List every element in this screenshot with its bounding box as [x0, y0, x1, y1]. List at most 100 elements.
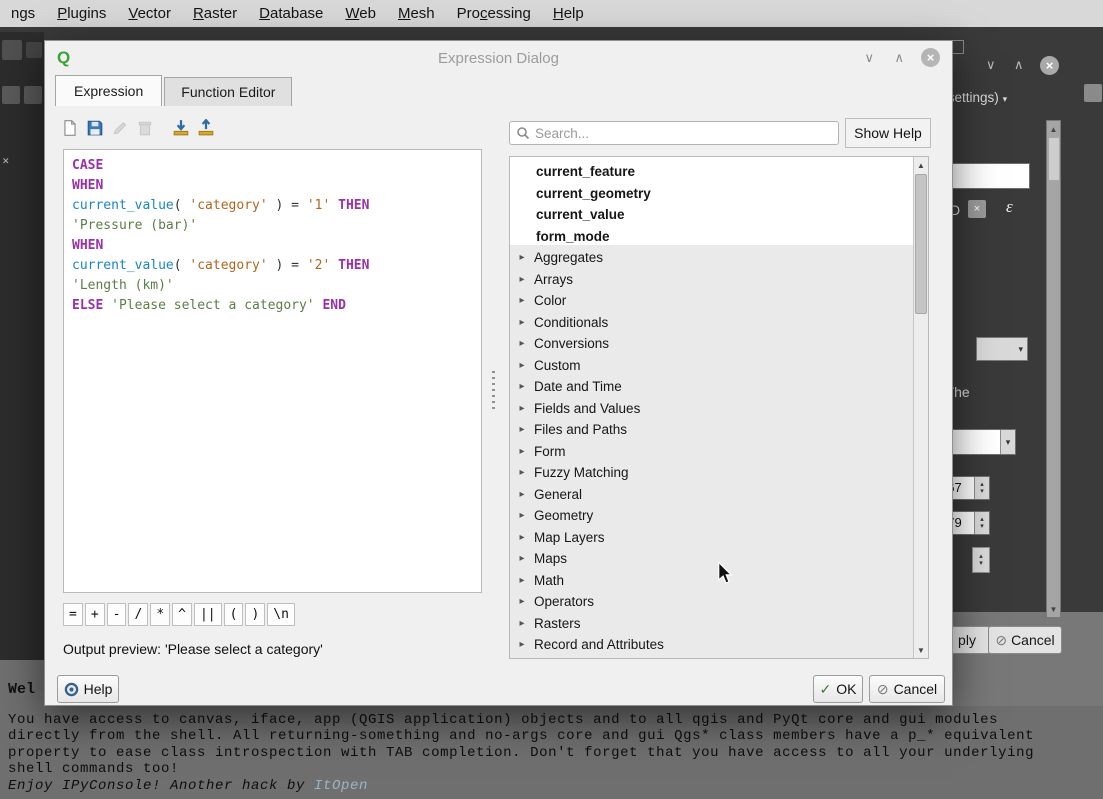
- new-expression-button[interactable]: [59, 117, 81, 139]
- bg-minimize-icon[interactable]: ∨: [986, 57, 996, 73]
- spinner-arrows-icon[interactable]: ▴▾: [972, 547, 990, 573]
- close-icon[interactable]: ✕: [2, 156, 10, 167]
- edit-expression-button[interactable]: [109, 117, 131, 139]
- expression-editor[interactable]: CASEWHENcurrent_value( 'category' ) = '1…: [63, 149, 482, 593]
- operator-button-||[interactable]: ||: [194, 603, 222, 626]
- operator-button-/[interactable]: /: [128, 603, 148, 626]
- scroll-down-icon[interactable]: ▼: [1047, 601, 1060, 617]
- search-box[interactable]: [509, 121, 839, 145]
- panel-splitter[interactable]: [492, 371, 495, 411]
- function-group-operators[interactable]: ▸Operators: [510, 591, 913, 613]
- function-item-current-value[interactable]: current_value: [510, 204, 913, 226]
- function-group-custom[interactable]: ▸Custom: [510, 355, 913, 377]
- function-item-current-feature[interactable]: current_feature: [510, 161, 913, 183]
- bg-cancel-button[interactable]: ⊘Cancel: [988, 626, 1062, 654]
- function-group-record-and-attributes[interactable]: ▸Record and Attributes: [510, 634, 913, 656]
- menu-item-plugins[interactable]: Plugins: [46, 2, 117, 25]
- function-group-geometry[interactable]: ▸Geometry: [510, 505, 913, 527]
- function-group-fields-and-values[interactable]: ▸Fields and Values: [510, 398, 913, 420]
- chevron-down-icon[interactable]: ▾: [1000, 430, 1015, 454]
- expand-arrow-icon[interactable]: ▸: [510, 338, 534, 349]
- spinner-arrows-icon[interactable]: ▴▾: [974, 512, 989, 534]
- function-list-scrollbar[interactable]: ▲ ▼: [913, 157, 928, 658]
- scrollbar-thumb[interactable]: [915, 174, 927, 314]
- close-icon[interactable]: ×: [921, 48, 940, 67]
- bg-combo-box[interactable]: ▾: [976, 337, 1028, 361]
- expand-arrow-icon[interactable]: ▸: [510, 360, 534, 371]
- function-group-date-and-time[interactable]: ▸Date and Time: [510, 376, 913, 398]
- ok-button[interactable]: ✓ OK: [813, 675, 863, 703]
- function-group-aggregates[interactable]: ▸Aggregates: [510, 247, 913, 269]
- plugin-icon[interactable]: [1084, 84, 1102, 102]
- search-input[interactable]: [535, 126, 832, 141]
- function-group-conditionals[interactable]: ▸Conditionals: [510, 312, 913, 334]
- tool-icon[interactable]: [2, 40, 22, 60]
- save-expression-button[interactable]: [84, 117, 106, 139]
- tool-icon[interactable]: [26, 42, 42, 58]
- menu-item-database[interactable]: Database: [248, 2, 334, 25]
- function-item-current-geometry[interactable]: current_geometry: [510, 183, 913, 205]
- function-group-conversions[interactable]: ▸Conversions: [510, 333, 913, 355]
- menu-item-ngs[interactable]: ngs: [0, 2, 46, 25]
- operator-button-=[interactable]: =: [63, 603, 83, 626]
- scroll-up-icon[interactable]: ▲: [1047, 121, 1060, 137]
- function-group-color[interactable]: ▸Color: [510, 290, 913, 312]
- expand-arrow-icon[interactable]: ▸: [510, 532, 534, 543]
- operator-button-([interactable]: (: [224, 603, 244, 626]
- expand-arrow-icon[interactable]: ▸: [510, 639, 534, 650]
- function-group-files-and-paths[interactable]: ▸Files and Paths: [510, 419, 913, 441]
- spinner-arrows-icon[interactable]: ▴▾: [974, 477, 989, 499]
- shade-icon[interactable]: ∨: [864, 50, 874, 66]
- expand-arrow-icon[interactable]: ▸: [510, 446, 534, 457]
- import-expression-button[interactable]: [170, 117, 192, 139]
- bg-close-icon[interactable]: ×: [1040, 56, 1059, 75]
- tool-icon[interactable]: [24, 86, 42, 104]
- tool-icon[interactable]: [2, 86, 20, 104]
- expand-arrow-icon[interactable]: ▸: [510, 553, 534, 564]
- expand-arrow-icon[interactable]: ▸: [510, 424, 534, 435]
- operator-button-^[interactable]: ^: [172, 603, 192, 626]
- function-group-general[interactable]: ▸General: [510, 484, 913, 506]
- bg-scrollbar[interactable]: ▲ ▼: [1046, 120, 1061, 618]
- expand-arrow-icon[interactable]: ▸: [510, 252, 534, 263]
- show-help-button[interactable]: Show Help: [845, 118, 931, 148]
- function-group-rasters[interactable]: ▸Rasters: [510, 613, 913, 635]
- menu-item-help[interactable]: Help: [542, 2, 595, 25]
- operator-button--[interactable]: -: [107, 603, 127, 626]
- expression-epsilon-button[interactable]: ε: [1006, 197, 1013, 217]
- function-group-form[interactable]: ▸Form: [510, 441, 913, 463]
- export-expression-button[interactable]: [195, 117, 217, 139]
- function-group-maps[interactable]: ▸Maps: [510, 548, 913, 570]
- help-button[interactable]: Help: [57, 675, 119, 703]
- expand-arrow-icon[interactable]: ▸: [510, 295, 534, 306]
- menu-item-web[interactable]: Web: [334, 2, 387, 25]
- expand-arrow-icon[interactable]: ▸: [510, 510, 534, 521]
- expand-arrow-icon[interactable]: ▸: [510, 489, 534, 500]
- clear-icon[interactable]: ×: [968, 200, 986, 218]
- delete-expression-button[interactable]: [134, 117, 156, 139]
- expand-arrow-icon[interactable]: ▸: [510, 274, 534, 285]
- unshade-icon[interactable]: ∧: [894, 50, 904, 66]
- operator-button-*[interactable]: *: [150, 603, 170, 626]
- function-group-fuzzy-matching[interactable]: ▸Fuzzy Matching: [510, 462, 913, 484]
- expand-arrow-icon[interactable]: ▸: [510, 596, 534, 607]
- operator-button-+[interactable]: +: [85, 603, 105, 626]
- menu-item-raster[interactable]: Raster: [182, 2, 248, 25]
- scrollbar-thumb[interactable]: [1048, 137, 1060, 181]
- function-group-string[interactable]: ▸String: [510, 656, 913, 660]
- function-item-form-mode[interactable]: form_mode: [510, 226, 913, 248]
- function-group-arrays[interactable]: ▸Arrays: [510, 269, 913, 291]
- cancel-button[interactable]: ⊘ Cancel: [869, 675, 945, 703]
- menu-item-processing[interactable]: Processing: [446, 2, 542, 25]
- dialog-titlebar[interactable]: Q Expression Dialog ∨ ∧ ×: [45, 41, 952, 75]
- menu-item-mesh[interactable]: Mesh: [387, 2, 446, 25]
- expand-arrow-icon[interactable]: ▸: [510, 381, 534, 392]
- scroll-down-icon[interactable]: ▼: [914, 642, 928, 658]
- expand-arrow-icon[interactable]: ▸: [510, 403, 534, 414]
- expand-arrow-icon[interactable]: ▸: [510, 618, 534, 629]
- console-signature-link[interactable]: ItOpen: [314, 778, 368, 794]
- expand-arrow-icon[interactable]: ▸: [510, 317, 534, 328]
- scroll-up-icon[interactable]: ▲: [914, 157, 928, 173]
- bg-maximize-icon[interactable]: ∧: [1014, 57, 1024, 73]
- function-group-math[interactable]: ▸Math: [510, 570, 913, 592]
